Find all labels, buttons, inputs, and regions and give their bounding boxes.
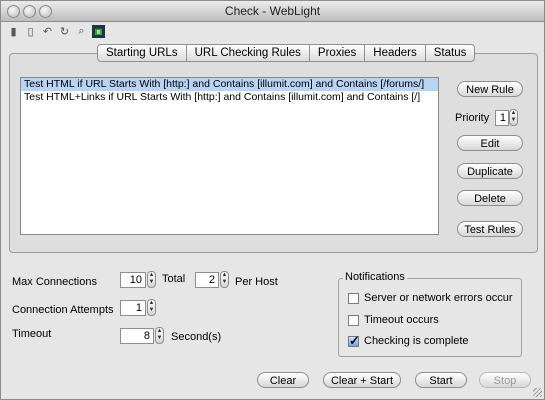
checkbox-box[interactable]	[348, 292, 359, 304]
stop-button[interactable]: Stop	[479, 372, 531, 388]
checking-complete-checkbox[interactable]: Checking is complete	[348, 333, 469, 349]
rules-list[interactable]: Test HTML if URL Starts With [http:] and…	[20, 77, 439, 235]
checkbox-label: Timeout occurs	[364, 314, 439, 326]
server-errors-checkbox[interactable]: Server or network errors occur	[348, 292, 513, 304]
tab-proxies[interactable]: Proxies	[309, 44, 366, 62]
per-host-stepper[interactable]: ▲ ▼	[220, 271, 229, 288]
tab-starting-urls[interactable]: Starting URLs	[97, 44, 187, 62]
connection-attempts-stepper[interactable]: ▲ ▼	[147, 299, 156, 316]
delete-button[interactable]: Delete	[457, 190, 523, 206]
list-item[interactable]: Test HTML+Links if URL Starts With [http…	[21, 91, 438, 104]
timeout-checkbox[interactable]: Timeout occurs	[348, 314, 439, 326]
notifications-title: Notifications	[343, 271, 407, 283]
back-icon[interactable]: ↶	[41, 25, 54, 38]
priority-field[interactable]: 1	[495, 110, 509, 126]
new-rule-button[interactable]: New Rule	[457, 81, 523, 97]
start-button[interactable]: Start	[415, 372, 467, 388]
seconds-label: Second(s)	[171, 331, 222, 343]
page-icon[interactable]: ▮	[7, 25, 20, 38]
timeout-field[interactable]: 8	[120, 328, 154, 344]
priority-label: Priority	[455, 112, 490, 124]
checkbox-box-checked[interactable]	[348, 333, 360, 349]
duplicate-button[interactable]: Duplicate	[457, 163, 523, 179]
test-rules-button[interactable]: Test Rules	[457, 221, 523, 237]
per-host-label: Per Host	[235, 276, 278, 288]
connection-attempts-label: Connection Attempts	[12, 304, 114, 316]
tab-status[interactable]: Status	[425, 44, 476, 62]
window-title: Check - WebLight	[224, 4, 321, 18]
toolbar: ▮ ▯ ↶ ↻ ⌕ ▣	[7, 25, 105, 39]
tab-headers[interactable]: Headers	[365, 44, 426, 62]
clear-button[interactable]: Clear	[257, 372, 309, 388]
inspect-icon[interactable]: ⌕	[75, 25, 88, 38]
max-connections-field[interactable]: 10	[120, 272, 146, 288]
tab-url-checking-rules[interactable]: URL Checking Rules	[186, 44, 310, 62]
max-connections-stepper[interactable]: ▲ ▼	[147, 271, 156, 288]
timeout-stepper[interactable]: ▲ ▼	[155, 327, 164, 344]
timeout-label: Timeout	[12, 328, 52, 340]
refresh-icon[interactable]: ↻	[58, 25, 71, 38]
document-icon[interactable]: ▯	[24, 25, 37, 38]
checkbox-box[interactable]	[348, 314, 359, 326]
clear-start-button[interactable]: Clear + Start	[323, 372, 401, 388]
title-bar: Check - WebLight	[1, 1, 544, 22]
total-label: Total	[162, 273, 186, 285]
terminal-icon[interactable]: ▣	[92, 25, 105, 38]
checkbox-label: Server or network errors occur	[364, 292, 513, 304]
per-host-field[interactable]: 2	[195, 272, 219, 288]
resize-grip-icon[interactable]	[533, 388, 542, 397]
main-window: Check - WebLight ▮ ▯ ↶ ↻ ⌕ ▣ Starting UR…	[0, 0, 545, 400]
connection-attempts-field[interactable]: 1	[120, 300, 146, 316]
priority-stepper[interactable]: ▲ ▼	[509, 109, 518, 126]
checkbox-label: Checking is complete	[364, 335, 469, 347]
tab-bar: Starting URLs URL Checking Rules Proxies…	[97, 44, 476, 62]
max-connections-label: Max Connections	[12, 276, 97, 288]
edit-button[interactable]: Edit	[457, 135, 523, 151]
list-item[interactable]: Test HTML if URL Starts With [http:] and…	[21, 78, 438, 91]
